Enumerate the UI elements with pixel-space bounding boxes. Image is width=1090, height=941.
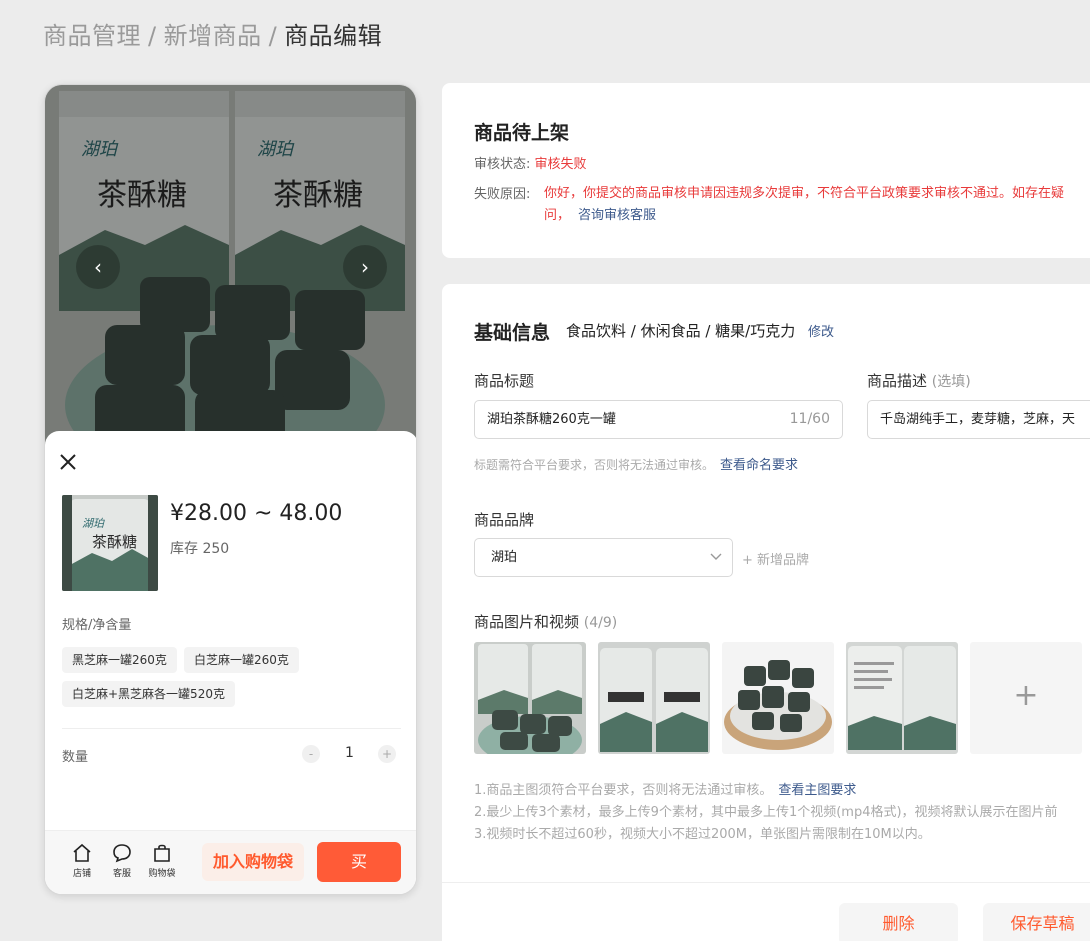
modify-category-link[interactable]: 修改 (808, 325, 834, 340)
add-brand-link[interactable]: + 新增品牌 (742, 549, 809, 568)
spec-title: 规格/净含量 (62, 618, 132, 633)
brand-label: 商品品牌 (474, 511, 535, 529)
save-draft-button[interactable]: 保存草稿 (983, 903, 1090, 941)
product-image-4[interactable] (846, 642, 958, 754)
breadcrumb-separator: / (148, 22, 157, 50)
product-hero-image: 湖珀 湖珀 茶酥糖 茶酥糖 ‹ › (45, 85, 416, 445)
media-rule-1: 1.商品主图须符合平台要求，否则将无法通过审核。 查看主图要求 (474, 779, 856, 798)
sku-thumbnail-illustration: 湖珀 茶酥糖 (62, 495, 158, 591)
quantity-value[interactable]: 1 (345, 745, 354, 761)
spec-option[interactable]: 白芝麻一罐260克 (184, 647, 299, 673)
product-image-1[interactable] (474, 642, 586, 754)
product-image-3[interactable] (722, 642, 834, 754)
chevron-down-icon (710, 553, 722, 560)
service-button[interactable]: 客服 (104, 843, 140, 879)
sku-sheet: 湖珀 茶酥糖 ¥28.00 ~ 48.00 库存 250 规格/净含量 黑芝麻一… (45, 431, 416, 894)
buy-button[interactable]: 买 (317, 842, 401, 882)
category-value: 食品饮料 / 休闲食品 / 糖果/巧克力 (566, 322, 796, 340)
media-label-text: 商品图片和视频 (474, 613, 580, 631)
description-input[interactable]: 千岛湖纯手工，麦芽糖，芝麻，天 (867, 400, 1090, 439)
breadcrumb-item-product-management[interactable]: 商品管理 (43, 22, 141, 50)
image-2-illustration (598, 642, 710, 754)
media-label: 商品图片和视频 (4/9) (474, 611, 617, 632)
chat-icon (113, 844, 131, 863)
shopping-bag-icon (154, 844, 170, 862)
category-path: 食品饮料 / 休闲食品 / 糖果/巧克力 修改 (566, 320, 834, 341)
image-3-illustration (722, 642, 834, 754)
media-rule-3: 3.视频时长不超过60秒，视频大小不超过200M，单张图片需限制在10M以内。 (474, 827, 931, 842)
bag-label: 购物袋 (148, 869, 176, 879)
breadcrumb-item-new-product[interactable]: 新增商品 (164, 22, 262, 50)
quantity-minus-button[interactable]: - (302, 745, 320, 763)
reason-text: 你好，你提交的商品审核申请因违规多次提审，不符合平台政策要求审核不通过。如存在疑… (544, 183, 1084, 227)
delete-button[interactable]: 删除 (839, 903, 958, 941)
add-to-cart-button[interactable]: 加入购物袋 (202, 843, 304, 881)
optional-tag: (选填) (931, 374, 971, 390)
sku-thumbnail: 湖珀 茶酥糖 (62, 495, 158, 591)
breadcrumb: 商品管理 / 新增商品 / 商品编辑 (43, 16, 382, 51)
divider (62, 728, 401, 729)
brand-select[interactable]: 湖珀 (474, 538, 733, 577)
quantity-plus-button[interactable]: + (378, 745, 396, 763)
media-rule-1-text: 1.商品主图须符合平台要求，否则将无法通过审核。 (474, 783, 773, 798)
quantity-label: 数量 (62, 750, 89, 765)
shop-label: 店铺 (72, 869, 91, 879)
add-media-button[interactable]: + (970, 642, 1082, 754)
reason-label: 失败原因: (474, 187, 531, 202)
chevron-right-icon[interactable]: › (343, 245, 387, 289)
thumbnail-brand-text: 湖珀 (82, 517, 105, 530)
title-hint: 标题需符合平台要求，否则将无法通过审核。 查看命名要求 (474, 454, 798, 473)
product-image-2[interactable] (598, 642, 710, 754)
divider (442, 882, 1090, 883)
title-char-counter: 11/60 (789, 411, 830, 427)
description-label: 商品描述 (选填) (867, 370, 971, 391)
spec-option[interactable]: 黑芝麻一罐260克 (62, 647, 177, 673)
mobile-preview: 湖珀 湖珀 茶酥糖 茶酥糖 ‹ › 湖珀 茶酥糖 ¥28.00 ~ 48.00 … (44, 84, 417, 895)
description-value: 千岛湖纯手工，麦芽糖，芝麻，天 (880, 412, 1076, 427)
close-icon[interactable] (59, 453, 77, 471)
review-status: 审核状态: 审核失败 (474, 153, 587, 172)
shop-button[interactable]: 店铺 (64, 843, 100, 879)
bottom-action-bar: 店铺 客服 购物袋 加入购物袋 买 (45, 830, 416, 894)
media-rule-2: 2.最少上传3个素材，最多上传9个素材，其中最多上传1个视频(mp4格式)，视频… (474, 805, 1058, 820)
service-label: 客服 (112, 869, 131, 879)
title-hint-text: 标题需符合平台要求，否则将无法通过审核。 (474, 458, 715, 472)
main-image-rules-link[interactable]: 查看主图要求 (778, 783, 856, 798)
media-count: (4/9) (583, 615, 618, 631)
image-1-illustration (474, 642, 586, 754)
stock-count: 库存 250 (170, 541, 230, 557)
consult-review-link[interactable]: 咨询审核客服 (578, 208, 656, 223)
breadcrumb-separator: / (268, 22, 278, 50)
product-title-label: 商品标题 (474, 372, 535, 390)
status-card: 商品待上架 审核状态: 审核失败 失败原因: 你好，你提交的商品审核申请因违规多… (442, 83, 1090, 258)
description-label-text: 商品描述 (867, 372, 928, 390)
thumbnail-product-text: 茶酥糖 (92, 533, 137, 551)
product-title-value: 湖珀茶酥糖260克一罐 (487, 412, 616, 427)
basic-info-card: 基础信息 食品饮料 / 休闲食品 / 糖果/巧克力 修改 商品标题 湖珀茶酥糖2… (442, 284, 1090, 941)
spec-option[interactable]: 白芝麻+黑芝麻各一罐520克 (62, 681, 235, 707)
review-status-label: 审核状态: (474, 157, 531, 172)
chevron-left-icon[interactable]: ‹ (76, 245, 120, 289)
image-4-illustration (846, 642, 958, 754)
home-icon (73, 843, 91, 862)
status-title: 商品待上架 (474, 122, 570, 144)
product-title-input[interactable]: 湖珀茶酥糖260克一罐 11/60 (474, 400, 843, 439)
naming-rules-link[interactable]: 查看命名要求 (720, 458, 798, 473)
section-title: 基础信息 (474, 322, 551, 344)
price-range: ¥28.00 ~ 48.00 (170, 501, 343, 526)
bag-button[interactable]: 购物袋 (144, 843, 180, 879)
review-status-value: 审核失败 (534, 157, 587, 172)
breadcrumb-current: 商品编辑 (284, 22, 383, 50)
brand-value: 湖珀 (491, 550, 518, 565)
